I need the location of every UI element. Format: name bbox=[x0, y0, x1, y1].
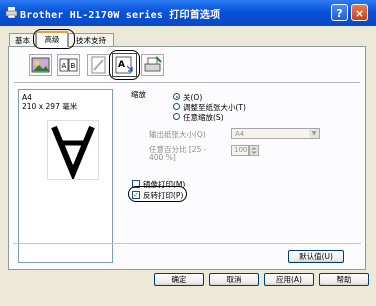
scaling-off-radio[interactable] bbox=[173, 93, 180, 100]
duplex-booklet-icon[interactable]: A B bbox=[57, 54, 80, 76]
watermark-icon[interactable] bbox=[87, 54, 110, 76]
reversed-a-glyph bbox=[51, 125, 95, 181]
apply-button[interactable]: 应用(A) bbox=[264, 273, 314, 286]
svg-text:B: B bbox=[71, 62, 76, 70]
chevron-down-icon: ▼ bbox=[309, 129, 319, 138]
help-title-button[interactable]: ? bbox=[331, 4, 348, 21]
svg-text:A: A bbox=[62, 62, 67, 70]
other-print-options-icon[interactable] bbox=[141, 54, 164, 76]
close-button[interactable]: × bbox=[351, 4, 368, 21]
default-button[interactable]: 默认值(U) bbox=[288, 250, 344, 263]
output-paper-size-label: 输出纸张大小(Q) bbox=[149, 130, 206, 139]
ok-button[interactable]: 确定 bbox=[154, 273, 204, 286]
scaling-label: 缩放 bbox=[131, 90, 146, 99]
free-percent-spinner[interactable] bbox=[249, 145, 259, 156]
window-title: Brother HL-2170W series 打印首选项 bbox=[20, 10, 221, 21]
tab-basic[interactable]: 基本 bbox=[9, 33, 36, 46]
spinner-arrows-icon bbox=[251, 147, 257, 154]
toolbar-divider bbox=[14, 82, 360, 84]
free-scaling-radio[interactable] bbox=[173, 113, 180, 120]
preview-page-sheet bbox=[47, 120, 99, 181]
output-paper-size-value: A4 bbox=[235, 130, 245, 138]
free-percent-input[interactable]: 100 bbox=[231, 145, 249, 156]
scaling-highlight-circle bbox=[109, 50, 140, 80]
help-button[interactable]: 帮助 bbox=[319, 273, 369, 286]
print-quality-icon[interactable] bbox=[29, 54, 52, 76]
panel-divider bbox=[13, 243, 361, 244]
printer-app-icon bbox=[6, 7, 17, 18]
reverse-print-highlight-circle bbox=[128, 186, 187, 202]
output-paper-size-select[interactable]: A4 ▼ bbox=[231, 128, 320, 139]
title-bar[interactable]: Brother HL-2170W series 打印首选项 ? × bbox=[0, 0, 376, 26]
fit-to-paper-radio[interactable] bbox=[173, 103, 180, 110]
print-preferences-window: Brother HL-2170W series 打印首选项 ? × 基本 高级 … bbox=[0, 0, 376, 306]
free-percent-label: 任意百分比 [25 - 400 %] bbox=[149, 145, 207, 162]
tab-highlight-circle bbox=[33, 29, 75, 49]
preview-dimensions: 210 x 297 毫米 bbox=[22, 102, 78, 111]
free-scaling-label[interactable]: 任意缩放(S) bbox=[183, 112, 224, 123]
cancel-button[interactable]: 取消 bbox=[209, 273, 259, 286]
